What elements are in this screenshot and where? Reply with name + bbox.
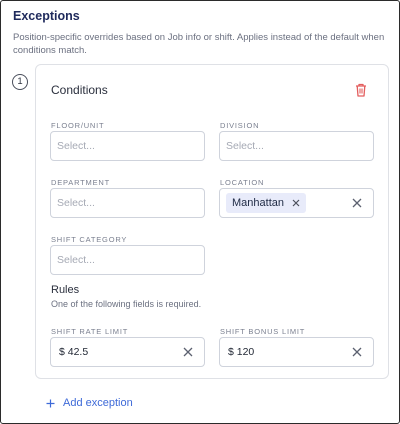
location-label: LOCATION	[220, 178, 265, 187]
location-select[interactable]: Manhattan	[219, 188, 374, 218]
floor-unit-placeholder: Select...	[57, 140, 95, 152]
exception-card: Conditions FLOOR/UNIT Select... DIVISION…	[35, 64, 389, 379]
chip-remove-icon[interactable]	[292, 199, 300, 207]
shift-bonus-limit-input[interactable]: $ 120	[219, 337, 374, 367]
floor-unit-select[interactable]: Select...	[50, 131, 205, 161]
conditions-title: Conditions	[51, 83, 108, 97]
add-exception-label: Add exception	[63, 397, 133, 409]
rules-title: Rules	[51, 284, 80, 296]
shift-category-select[interactable]: Select...	[50, 245, 205, 275]
department-select[interactable]: Select...	[50, 188, 205, 218]
location-chip-label: Manhattan	[232, 197, 284, 209]
division-select[interactable]: Select...	[219, 131, 374, 161]
add-exception-button[interactable]: Add exception	[46, 397, 133, 409]
exception-number-badge: 1	[12, 74, 28, 90]
shift-bonus-limit-label: SHIFT BONUS LIMIT	[220, 327, 306, 336]
division-label: DIVISION	[220, 121, 260, 130]
shift-rate-limit-label: SHIFT RATE LIMIT	[51, 327, 129, 336]
shift-bonus-limit-value: $ 120	[228, 346, 255, 358]
section-description: Position-specific overrides based on Job…	[13, 32, 385, 56]
trash-icon[interactable]	[354, 82, 368, 98]
clear-location-icon[interactable]	[351, 197, 363, 209]
location-chip: Manhattan	[226, 193, 306, 213]
section-title: Exceptions	[13, 9, 80, 23]
clear-shift-bonus-icon[interactable]	[351, 346, 363, 358]
exceptions-panel: Exceptions Position-specific overrides b…	[0, 0, 400, 424]
shift-rate-limit-input[interactable]: $ 42.5	[50, 337, 205, 367]
clear-shift-rate-icon[interactable]	[182, 346, 194, 358]
department-label: DEPARTMENT	[51, 178, 110, 187]
department-placeholder: Select...	[57, 197, 95, 209]
shift-category-placeholder: Select...	[57, 254, 95, 266]
rules-description: One of the following fields is required.	[51, 299, 202, 309]
shift-rate-limit-value: $ 42.5	[59, 346, 89, 358]
plus-icon	[46, 399, 55, 407]
shift-category-label: SHIFT CATEGORY	[51, 235, 128, 244]
floor-unit-label: FLOOR/UNIT	[51, 121, 105, 130]
division-placeholder: Select...	[226, 140, 264, 152]
